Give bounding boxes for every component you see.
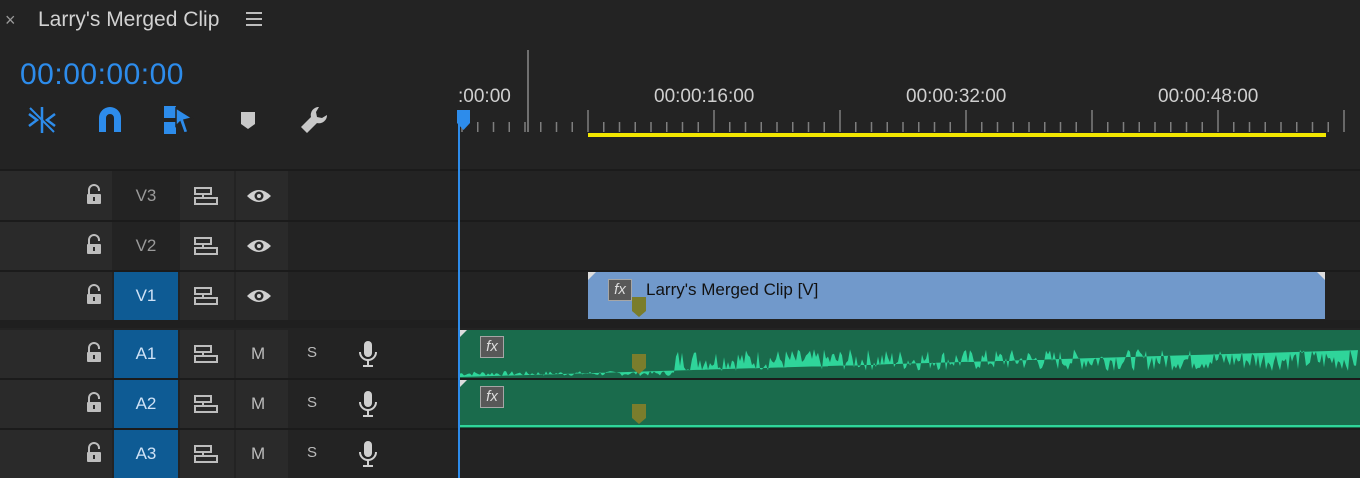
sequence-title[interactable]: Larry's Merged Clip bbox=[38, 8, 219, 32]
track-target-a3[interactable]: A3 bbox=[114, 430, 178, 478]
audio-clip-a2[interactable]: fx bbox=[460, 380, 1360, 428]
ruler-label-16s: 00:00:16:00 bbox=[654, 86, 755, 107]
fx-badge-icon: fx bbox=[608, 279, 632, 301]
track-lock-icon[interactable] bbox=[84, 342, 104, 369]
clip-marker-icon bbox=[632, 404, 646, 424]
sync-lock-icon[interactable] bbox=[193, 186, 219, 211]
close-tab-icon[interactable]: × bbox=[5, 10, 16, 30]
sync-lock-icon[interactable] bbox=[193, 444, 219, 469]
audio-clip-a1[interactable]: fx bbox=[460, 330, 1360, 378]
track-target-a1[interactable]: A1 bbox=[114, 330, 178, 378]
mute-button[interactable]: M bbox=[251, 344, 265, 364]
sync-lock-icon[interactable] bbox=[193, 394, 219, 419]
sync-lock-icon[interactable] bbox=[193, 286, 219, 311]
track-target-v2[interactable]: V2 bbox=[114, 222, 178, 270]
timeline-settings-wrench-icon[interactable] bbox=[298, 104, 330, 136]
work-area-bar bbox=[588, 133, 1326, 137]
mute-button[interactable]: M bbox=[251, 394, 265, 414]
track-header-v3: V3 bbox=[0, 171, 458, 220]
toggle-output-eye-icon[interactable] bbox=[245, 237, 273, 260]
sync-lock-icon[interactable] bbox=[193, 344, 219, 369]
hamburger-menu-icon[interactable] bbox=[246, 12, 262, 28]
ruler-label-32s: 00:00:32:00 bbox=[906, 86, 1007, 107]
track-header-v1: V1 bbox=[0, 272, 458, 320]
track-lock-icon[interactable] bbox=[84, 183, 104, 211]
track-lock-icon[interactable] bbox=[84, 392, 104, 419]
clip-marker-icon bbox=[632, 354, 646, 374]
track-lock-icon[interactable] bbox=[84, 234, 104, 261]
time-ruler[interactable]: :00:00 00:00:16:00 00:00:32:00 00:00:48:… bbox=[458, 42, 1360, 170]
audio-waveform bbox=[460, 330, 1358, 377]
playhead-handle-icon[interactable] bbox=[457, 110, 471, 132]
toggle-output-eye-icon[interactable] bbox=[245, 187, 273, 210]
voiceover-record-mic-icon[interactable] bbox=[357, 440, 379, 473]
video-clip-label: Larry's Merged Clip [V] bbox=[646, 280, 819, 299]
solo-button[interactable]: S bbox=[307, 394, 317, 411]
track-target-a2[interactable]: A2 bbox=[114, 380, 178, 428]
insert-overwrite-sequences-icon[interactable] bbox=[26, 104, 58, 136]
sync-lock-icon[interactable] bbox=[193, 236, 219, 261]
voiceover-record-mic-icon[interactable] bbox=[357, 390, 379, 423]
track-header-v2: V2 bbox=[0, 222, 458, 270]
solo-button[interactable]: S bbox=[307, 344, 317, 361]
voiceover-record-mic-icon[interactable] bbox=[357, 340, 379, 373]
clip-marker-icon bbox=[632, 297, 646, 317]
track-header-a1: A1 M S bbox=[0, 330, 458, 378]
playhead-timecode[interactable]: 00:00:00:00 bbox=[20, 58, 184, 92]
video-clip[interactable]: fx Larry's Merged Clip [V] bbox=[588, 272, 1325, 319]
track-header-a2: A2 M S bbox=[0, 380, 458, 428]
track-target-v3[interactable]: V3 bbox=[114, 171, 178, 220]
solo-button[interactable]: S bbox=[307, 444, 317, 461]
fx-badge-icon: fx bbox=[480, 386, 504, 408]
fx-badge-icon: fx bbox=[480, 336, 504, 358]
linked-selection-icon[interactable] bbox=[162, 104, 194, 136]
track-lock-icon[interactable] bbox=[84, 284, 104, 311]
ruler-label-0: :00:00 bbox=[458, 86, 511, 107]
video-audio-divider[interactable] bbox=[0, 320, 1360, 328]
mute-button[interactable]: M bbox=[251, 444, 265, 464]
ruler-label-48s: 00:00:48:00 bbox=[1158, 86, 1259, 107]
track-target-v1[interactable]: V1 bbox=[114, 272, 178, 320]
toggle-output-eye-icon[interactable] bbox=[245, 287, 273, 310]
track-lock-icon[interactable] bbox=[84, 442, 104, 469]
add-marker-icon[interactable] bbox=[232, 104, 264, 136]
snap-magnet-icon[interactable] bbox=[94, 104, 126, 136]
playhead-line[interactable] bbox=[458, 110, 460, 478]
track-header-a3: A3 M S bbox=[0, 430, 458, 478]
